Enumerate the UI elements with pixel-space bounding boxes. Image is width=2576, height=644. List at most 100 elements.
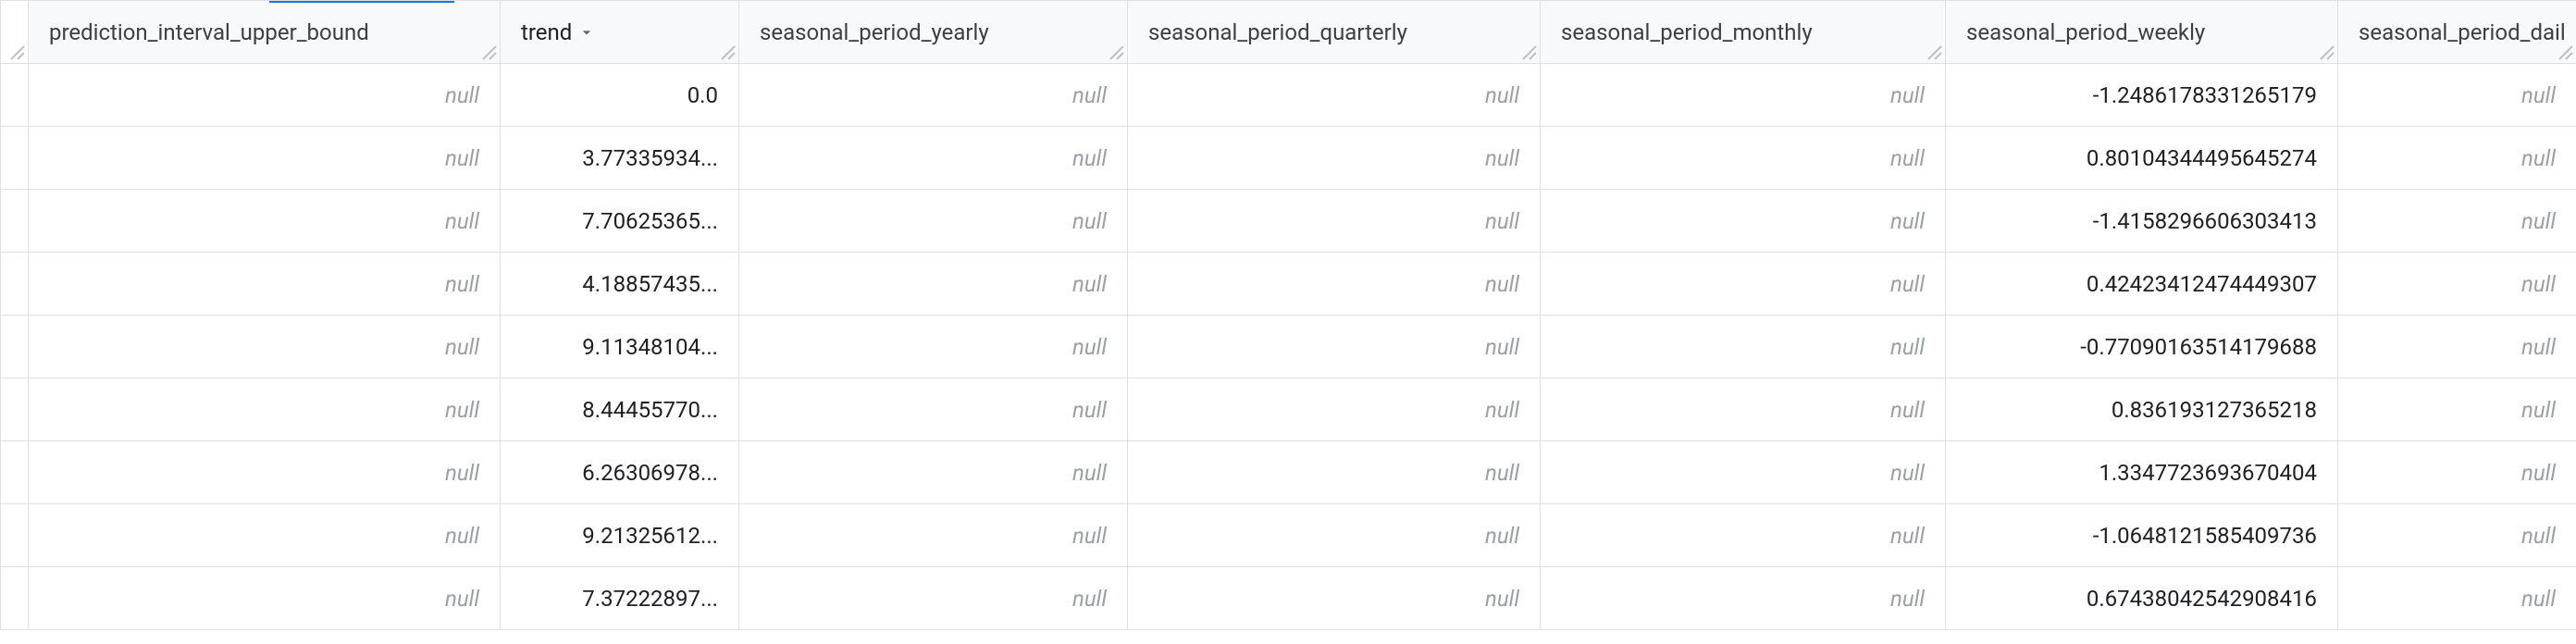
cell-seasonal_period_yearly[interactable]: null: [739, 253, 1128, 316]
row-number-cell[interactable]: [1, 441, 29, 504]
cell-seasonal_period_quarterly[interactable]: null: [1128, 253, 1541, 316]
col-header-prediction-interval-upper-bound[interactable]: prediction_interval_upper_bound: [29, 1, 501, 64]
cell-seasonal_period_weekly[interactable]: 0.42423412474449307: [1946, 253, 2338, 316]
cell-prediction_interval_upper_bound[interactable]: null: [29, 253, 501, 316]
table-row[interactable]: null6.26306978...nullnullnull1.334772369…: [1, 441, 2576, 504]
cell-seasonal_period_monthly[interactable]: null: [1541, 567, 1946, 630]
row-number-cell[interactable]: [1, 64, 29, 127]
cell-seasonal_period_yearly[interactable]: null: [739, 64, 1128, 127]
cell-seasonal_period_daily[interactable]: null: [2338, 567, 2576, 630]
cell-seasonal_period_weekly[interactable]: 1.3347723693670404: [1946, 441, 2338, 504]
table-header: prediction_interval_upper_bound trend se…: [1, 1, 2576, 64]
col-header-seasonal-period-weekly[interactable]: seasonal_period_weekly: [1946, 1, 2338, 64]
table-row[interactable]: null9.11348104...nullnullnull-0.77090163…: [1, 316, 2576, 378]
table-row[interactable]: null8.44455770...nullnullnull0.836193127…: [1, 378, 2576, 441]
cell-seasonal_period_weekly[interactable]: 0.80104344495645274: [1946, 127, 2338, 190]
cell-trend[interactable]: 9.11348104...: [501, 316, 739, 378]
resize-handle[interactable]: [7, 43, 28, 63]
cell-trend[interactable]: 0.0: [501, 64, 739, 127]
resize-handle[interactable]: [1925, 43, 1945, 63]
cell-prediction_interval_upper_bound[interactable]: null: [29, 504, 501, 567]
cell-seasonal_period_monthly[interactable]: null: [1541, 504, 1946, 567]
row-number-cell[interactable]: [1, 127, 29, 190]
cell-seasonal_period_yearly[interactable]: null: [739, 316, 1128, 378]
cell-seasonal_period_monthly[interactable]: null: [1541, 441, 1946, 504]
col-header-seasonal-period-monthly[interactable]: seasonal_period_monthly: [1541, 1, 1946, 64]
col-header-seasonal-period-quarterly[interactable]: seasonal_period_quarterly: [1128, 1, 1541, 64]
col-header-seasonal-period-daily[interactable]: seasonal_period_dail: [2338, 1, 2576, 64]
resize-handle[interactable]: [2556, 43, 2576, 63]
cell-seasonal_period_yearly[interactable]: null: [739, 441, 1128, 504]
cell-seasonal_period_daily[interactable]: null: [2338, 253, 2576, 316]
cell-seasonal_period_yearly[interactable]: null: [739, 127, 1128, 190]
cell-seasonal_period_weekly[interactable]: 0.67438042542908416: [1946, 567, 2338, 630]
row-number-cell[interactable]: [1, 253, 29, 316]
cell-seasonal_period_monthly[interactable]: null: [1541, 253, 1946, 316]
table-row[interactable]: null9.21325612...nullnullnull-1.06481215…: [1, 504, 2576, 567]
cell-prediction_interval_upper_bound[interactable]: null: [29, 64, 501, 127]
col-label: seasonal_period_monthly: [1561, 19, 1818, 45]
col-header-seasonal-period-yearly[interactable]: seasonal_period_yearly: [739, 1, 1128, 64]
cell-prediction_interval_upper_bound[interactable]: null: [29, 190, 501, 253]
cell-seasonal_period_daily[interactable]: null: [2338, 378, 2576, 441]
cell-seasonal_period_quarterly[interactable]: null: [1128, 378, 1541, 441]
cell-trend[interactable]: 4.18857435...: [501, 253, 739, 316]
cell-seasonal_period_quarterly[interactable]: null: [1128, 504, 1541, 567]
cell-seasonal_period_weekly[interactable]: -1.4158296606303413: [1946, 190, 2338, 253]
resize-handle[interactable]: [718, 43, 738, 63]
row-number-cell[interactable]: [1, 504, 29, 567]
cell-seasonal_period_yearly[interactable]: null: [739, 504, 1128, 567]
row-number-cell[interactable]: [1, 378, 29, 441]
row-number-cell[interactable]: [1, 190, 29, 253]
cell-seasonal_period_quarterly[interactable]: null: [1128, 567, 1541, 630]
cell-seasonal_period_yearly[interactable]: null: [739, 567, 1128, 630]
cell-prediction_interval_upper_bound[interactable]: null: [29, 127, 501, 190]
row-number-header[interactable]: [1, 1, 29, 64]
cell-trend[interactable]: 3.77335934...: [501, 127, 739, 190]
col-header-trend[interactable]: trend: [501, 1, 739, 64]
cell-trend[interactable]: 6.26306978...: [501, 441, 739, 504]
cell-trend[interactable]: 9.21325612...: [501, 504, 739, 567]
cell-prediction_interval_upper_bound[interactable]: null: [29, 441, 501, 504]
cell-seasonal_period_monthly[interactable]: null: [1541, 127, 1946, 190]
row-number-cell[interactable]: [1, 567, 29, 630]
table-row[interactable]: null3.77335934...nullnullnull0.801043444…: [1, 127, 2576, 190]
resize-handle[interactable]: [1519, 43, 1540, 63]
cell-seasonal_period_monthly[interactable]: null: [1541, 378, 1946, 441]
table-row[interactable]: null7.70625365...nullnullnull-1.41582966…: [1, 190, 2576, 253]
cell-seasonal_period_monthly[interactable]: null: [1541, 190, 1946, 253]
cell-seasonal_period_monthly[interactable]: null: [1541, 64, 1946, 127]
resize-handle[interactable]: [1107, 43, 1127, 63]
cell-seasonal_period_daily[interactable]: null: [2338, 316, 2576, 378]
cell-seasonal_period_weekly[interactable]: -1.2486178331265179: [1946, 64, 2338, 127]
cell-prediction_interval_upper_bound[interactable]: null: [29, 378, 501, 441]
table-row[interactable]: null7.37222897...nullnullnull0.674380425…: [1, 567, 2576, 630]
cell-seasonal_period_weekly[interactable]: -0.77090163514179688: [1946, 316, 2338, 378]
cell-seasonal_period_yearly[interactable]: null: [739, 378, 1128, 441]
cell-seasonal_period_weekly[interactable]: 0.836193127365218: [1946, 378, 2338, 441]
cell-prediction_interval_upper_bound[interactable]: null: [29, 567, 501, 630]
cell-seasonal_period_quarterly[interactable]: null: [1128, 127, 1541, 190]
table-row[interactable]: null4.18857435...nullnullnull0.424234124…: [1, 253, 2576, 316]
cell-seasonal_period_daily[interactable]: null: [2338, 64, 2576, 127]
cell-seasonal_period_quarterly[interactable]: null: [1128, 441, 1541, 504]
cell-seasonal_period_monthly[interactable]: null: [1541, 316, 1946, 378]
row-number-cell[interactable]: [1, 316, 29, 378]
cell-seasonal_period_yearly[interactable]: null: [739, 190, 1128, 253]
cell-seasonal_period_daily[interactable]: null: [2338, 441, 2576, 504]
cell-seasonal_period_quarterly[interactable]: null: [1128, 64, 1541, 127]
cell-seasonal_period_quarterly[interactable]: null: [1128, 316, 1541, 378]
resize-handle[interactable]: [479, 43, 500, 63]
cell-trend[interactable]: 7.70625365...: [501, 190, 739, 253]
col-label: seasonal_period_weekly: [1966, 19, 2211, 45]
cell-seasonal_period_daily[interactable]: null: [2338, 127, 2576, 190]
cell-prediction_interval_upper_bound[interactable]: null: [29, 316, 501, 378]
cell-trend[interactable]: 7.37222897...: [501, 567, 739, 630]
table-row[interactable]: null0.0nullnullnull-1.2486178331265179nu…: [1, 64, 2576, 127]
cell-seasonal_period_daily[interactable]: null: [2338, 504, 2576, 567]
cell-seasonal_period_daily[interactable]: null: [2338, 190, 2576, 253]
cell-seasonal_period_quarterly[interactable]: null: [1128, 190, 1541, 253]
cell-trend[interactable]: 8.44455770...: [501, 378, 739, 441]
resize-handle[interactable]: [2317, 43, 2337, 63]
cell-seasonal_period_weekly[interactable]: -1.0648121585409736: [1946, 504, 2338, 567]
